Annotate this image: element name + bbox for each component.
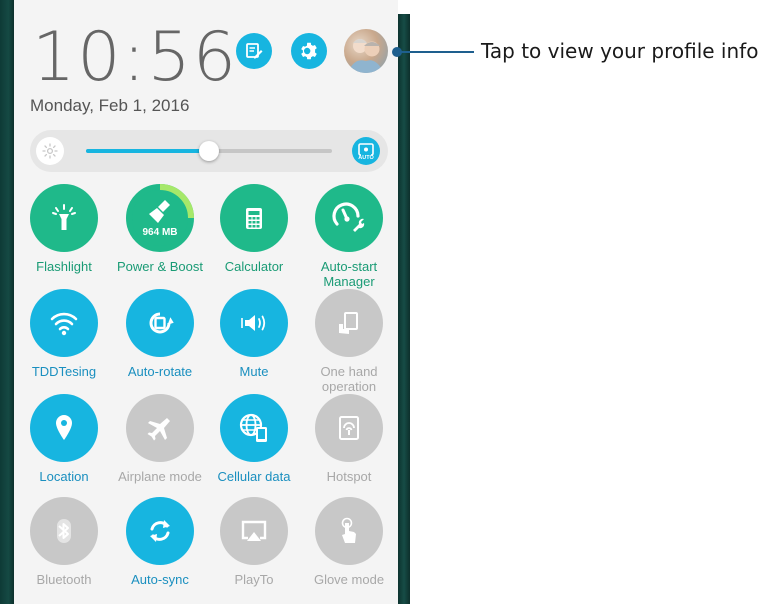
auto-brightness-button[interactable]: AUTO bbox=[352, 137, 380, 165]
tile-auto-rotate[interactable]: Auto-rotate bbox=[112, 289, 208, 379]
flashlight-icon bbox=[47, 201, 81, 235]
rotate-icon bbox=[143, 306, 177, 340]
profile-avatar[interactable] bbox=[344, 29, 388, 73]
auto-brightness-label: AUTO bbox=[358, 155, 374, 161]
vibrate-icon bbox=[237, 306, 271, 340]
tile-auto-sync[interactable]: Auto-sync bbox=[112, 497, 208, 587]
tile-playto[interactable]: PlayTo bbox=[206, 497, 302, 587]
one-hand-icon bbox=[333, 307, 365, 339]
airplane-icon bbox=[143, 411, 177, 445]
hotspot-icon bbox=[333, 412, 365, 444]
tile-label: Calculator bbox=[224, 259, 284, 274]
tile-label: TDDTesing bbox=[31, 364, 97, 379]
tile-power-boost[interactable]: 964 MB Power & Boost bbox=[112, 184, 208, 274]
tile-calculator[interactable]: Calculator bbox=[206, 184, 302, 274]
tile-label: Hotspot bbox=[326, 469, 372, 484]
callout-text: Tap to view your profile info bbox=[481, 39, 759, 63]
tile-bluetooth[interactable]: Bluetooth bbox=[16, 497, 112, 587]
tile-toggle-button[interactable] bbox=[315, 289, 383, 357]
tile-toggle-button[interactable]: 964 MB bbox=[126, 184, 194, 252]
phone-bezel-right bbox=[398, 14, 410, 604]
clock-time: 10:56 bbox=[32, 18, 238, 97]
bluetooth-icon bbox=[47, 514, 81, 548]
tile-label: Auto-sync bbox=[131, 572, 189, 587]
location-icon bbox=[47, 411, 81, 445]
tile-auto-start-manager[interactable]: Auto-start Manager bbox=[301, 184, 397, 289]
tile-cellular-data[interactable]: Cellular data bbox=[206, 394, 302, 484]
tile-toggle-button[interactable] bbox=[126, 394, 194, 462]
playto-icon bbox=[237, 514, 271, 548]
tile-label: Power & Boost bbox=[117, 259, 203, 274]
tile-location[interactable]: Location bbox=[16, 394, 112, 484]
brightness-sun-icon bbox=[36, 137, 64, 165]
tile-toggle-button[interactable] bbox=[315, 497, 383, 565]
settings-icon bbox=[301, 42, 317, 60]
calculator-icon bbox=[239, 203, 269, 233]
tile-label: Auto-start Manager bbox=[320, 259, 378, 289]
quick-settings-panel: 10:56 Monday, Feb 1, 2016 AUTO Flashligh… bbox=[14, 0, 398, 604]
tile-label: Auto-rotate bbox=[127, 364, 193, 379]
globe-phone-icon bbox=[236, 410, 272, 446]
tile-toggle-button[interactable] bbox=[30, 497, 98, 565]
memory-badge: 964 MB bbox=[142, 227, 178, 238]
settings-button[interactable] bbox=[291, 33, 327, 69]
sync-icon bbox=[143, 514, 177, 548]
tile-label: Cellular data bbox=[217, 469, 291, 484]
tile-toggle-button[interactable] bbox=[126, 289, 194, 357]
gauge-wrench-icon bbox=[331, 200, 367, 236]
tile-label: One hand operation bbox=[320, 364, 378, 394]
edit-icon bbox=[246, 43, 263, 59]
profile-photo-icon bbox=[348, 39, 384, 73]
tile-mute[interactable]: Mute bbox=[206, 289, 302, 379]
wifi-icon bbox=[47, 306, 81, 340]
tile-label: PlayTo bbox=[234, 572, 274, 587]
tile-label: Mute bbox=[239, 364, 269, 379]
tile-toggle-button[interactable] bbox=[315, 394, 383, 462]
tile-toggle-button[interactable] bbox=[30, 184, 98, 252]
tile-tddtesing[interactable]: TDDTesing bbox=[16, 289, 112, 379]
broom-icon bbox=[143, 196, 177, 230]
tile-toggle-button[interactable] bbox=[126, 497, 194, 565]
tile-toggle-button[interactable] bbox=[315, 184, 383, 252]
tile-toggle-button[interactable] bbox=[220, 394, 288, 462]
clock-date: Monday, Feb 1, 2016 bbox=[30, 96, 190, 115]
tile-flashlight[interactable]: Flashlight bbox=[16, 184, 112, 274]
brightness-slider-fill bbox=[86, 149, 209, 153]
tile-one-hand-operation[interactable]: One hand operation bbox=[301, 289, 397, 394]
tile-toggle-button[interactable] bbox=[220, 289, 288, 357]
phone-bezel-left bbox=[0, 0, 14, 604]
tile-label: Flashlight bbox=[36, 259, 92, 274]
tile-hotspot[interactable]: Hotspot bbox=[301, 394, 397, 484]
glove-touch-icon bbox=[333, 515, 365, 547]
brightness-slider-thumb[interactable] bbox=[199, 141, 219, 161]
tile-label: Glove mode bbox=[313, 572, 385, 587]
callout-line bbox=[396, 51, 474, 53]
tile-toggle-button[interactable] bbox=[30, 289, 98, 357]
brightness-slider[interactable] bbox=[86, 141, 332, 161]
brightness-bar: AUTO bbox=[30, 130, 388, 172]
tile-label: Bluetooth bbox=[36, 572, 92, 587]
tile-glove-mode[interactable]: Glove mode bbox=[301, 497, 397, 587]
tile-toggle-button[interactable] bbox=[30, 394, 98, 462]
tile-label: Location bbox=[39, 469, 89, 484]
tile-toggle-button[interactable] bbox=[220, 184, 288, 252]
tile-airplane-mode[interactable]: Airplane mode bbox=[112, 394, 208, 484]
tile-label: Airplane mode bbox=[118, 469, 202, 484]
edit-button[interactable] bbox=[236, 33, 272, 69]
tile-toggle-button[interactable] bbox=[220, 497, 288, 565]
